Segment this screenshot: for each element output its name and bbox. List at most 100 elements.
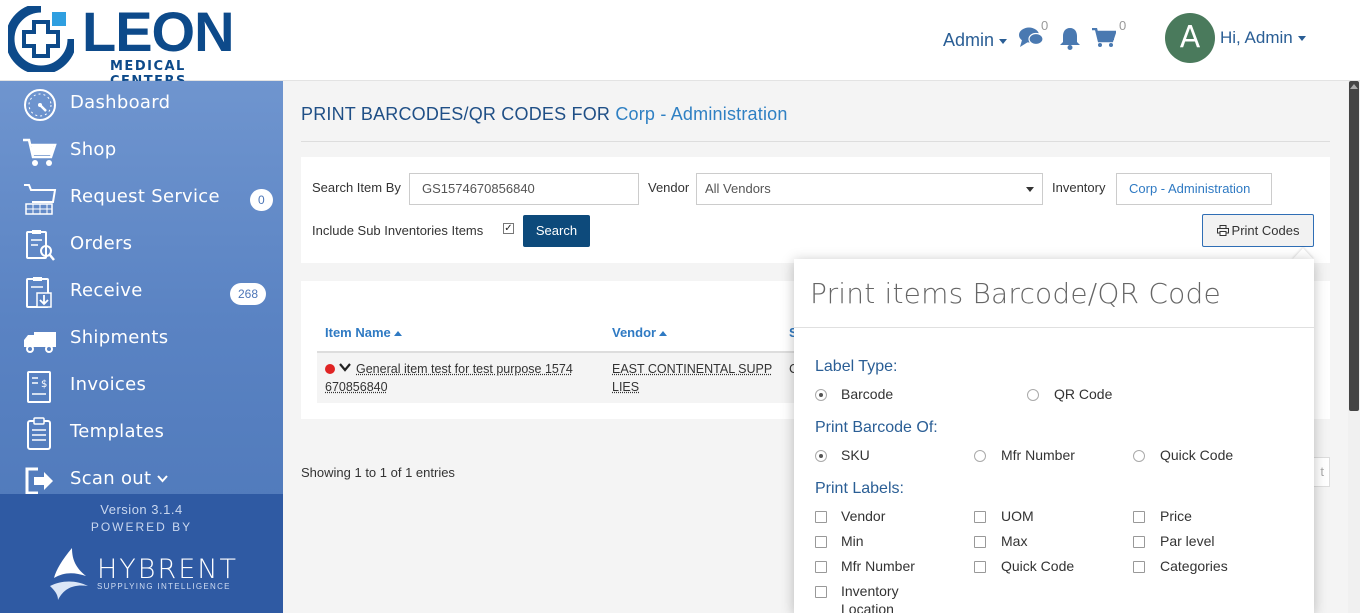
page-title: PRINT BARCODES/QR CODES FOR Corp - Admin… bbox=[301, 104, 788, 125]
search-button[interactable]: Search bbox=[523, 215, 590, 247]
radio-quick-code[interactable] bbox=[1133, 450, 1145, 462]
radio-qr-code-label: QR Code bbox=[1054, 386, 1113, 402]
sort-asc-icon bbox=[659, 331, 668, 337]
orders-icon bbox=[26, 230, 55, 261]
receive-badge: 268 bbox=[230, 283, 267, 305]
include-sub-checkbox[interactable]: ✓ bbox=[503, 223, 514, 234]
leon-cross-logo-icon bbox=[8, 6, 74, 72]
request-service-badge: 0 bbox=[250, 189, 273, 211]
checkbox-uom[interactable] bbox=[974, 511, 986, 523]
sidebar-item-receive[interactable]: Receive 268 bbox=[0, 269, 283, 316]
print-codes-button[interactable]: Print Codes bbox=[1202, 214, 1314, 247]
user-menu[interactable]: Hi, Admin bbox=[1220, 28, 1306, 48]
sidebar-item-label: Dashboard bbox=[70, 92, 171, 113]
checkbox-quick-code-label: Quick Code bbox=[1001, 558, 1075, 574]
page-scrollbar-thumb[interactable] bbox=[1349, 81, 1359, 411]
vendor-select[interactable]: All Vendors bbox=[696, 173, 1043, 205]
sidebar-item-dashboard[interactable]: Dashboard bbox=[0, 81, 283, 128]
column-vendor[interactable]: Vendor bbox=[612, 325, 668, 340]
column-item-name[interactable]: Item Name bbox=[325, 325, 402, 340]
vendor-select-value: All Vendors bbox=[705, 181, 771, 196]
radio-qr-code[interactable] bbox=[1027, 389, 1039, 401]
radio-barcode[interactable] bbox=[815, 389, 827, 401]
app-version: Version 3.1.4 bbox=[100, 502, 183, 517]
item-name-link-cont[interactable]: 670856840 bbox=[325, 378, 388, 396]
item-name-link[interactable]: General item test for test purpose 1574 bbox=[356, 360, 573, 378]
checkbox-quick-code[interactable] bbox=[974, 561, 986, 573]
dashboard-gauge-icon bbox=[24, 89, 56, 121]
printer-icon bbox=[1216, 225, 1229, 236]
sidebar-item-shop[interactable]: Shop bbox=[0, 128, 283, 175]
vendor-link[interactable]: EAST CONTINENTAL SUPP bbox=[612, 360, 772, 378]
inventory-field[interactable]: Corp - Administration bbox=[1116, 173, 1272, 205]
scan-out-icon bbox=[25, 467, 53, 495]
vendor-label: Vendor bbox=[648, 180, 690, 195]
logo-wordmark: LEON bbox=[82, 0, 235, 63]
column-item-name-label: Item Name bbox=[325, 325, 391, 340]
inventory-label: Inventory bbox=[1052, 180, 1106, 195]
sidebar-item-label: Request Service bbox=[70, 186, 220, 207]
page-title-prefix: PRINT BARCODES/QR CODES FOR bbox=[301, 104, 611, 124]
avatar[interactable]: A bbox=[1165, 13, 1215, 63]
user-greeting: Hi, Admin bbox=[1220, 28, 1293, 47]
checkbox-price-label: Price bbox=[1160, 508, 1192, 524]
status-dot bbox=[325, 364, 335, 374]
barcode-of-heading: Print Barcode Of: bbox=[815, 419, 938, 436]
checkbox-vendor[interactable] bbox=[815, 511, 827, 523]
scan-out-label: Scan out bbox=[70, 468, 152, 489]
truck-icon bbox=[24, 332, 56, 353]
search-by-label: Search Item By bbox=[312, 180, 401, 195]
powered-by-label: POWERED BY bbox=[90, 520, 193, 534]
top-header: LEON MEDICAL CENTERS Admin 0 0 A Hi, Adm… bbox=[0, 0, 1360, 89]
checkbox-price[interactable] bbox=[1133, 511, 1145, 523]
radio-mfr-number-label: Mfr Number bbox=[1001, 447, 1075, 463]
cart-icon[interactable] bbox=[1092, 28, 1116, 48]
sidebar-item-templates[interactable]: Templates bbox=[0, 410, 283, 457]
search-input[interactable]: GS1574670856840 bbox=[409, 173, 639, 205]
checkbox-mfr-number-label: Mfr Number bbox=[841, 558, 915, 574]
expand-chevron-icon[interactable] bbox=[339, 361, 351, 373]
caret-down-icon bbox=[999, 38, 1008, 44]
caret-down-icon bbox=[1026, 187, 1034, 192]
checkbox-mfr-number[interactable] bbox=[815, 561, 827, 573]
checkbox-par-level[interactable] bbox=[1133, 536, 1145, 548]
radio-sku[interactable] bbox=[815, 450, 827, 462]
checkbox-max-label: Max bbox=[1001, 533, 1028, 549]
checkbox-vendor-label: Vendor bbox=[841, 508, 886, 524]
vendor-link-cont[interactable]: LIES bbox=[612, 378, 639, 396]
sidebar-item-invoices[interactable]: $ Invoices bbox=[0, 363, 283, 410]
sidebar-item-orders[interactable]: Orders bbox=[0, 222, 283, 269]
popover-divider bbox=[794, 327, 1314, 328]
print-labels-heading: Print Labels: bbox=[815, 480, 904, 497]
invoice-icon: $ bbox=[27, 371, 51, 403]
sidebar-item-label: Templates bbox=[70, 421, 165, 442]
cart-count: 0 bbox=[1119, 18, 1127, 33]
admin-menu[interactable]: Admin bbox=[943, 30, 1008, 51]
checkbox-max[interactable] bbox=[974, 536, 986, 548]
leon-logo[interactable]: LEON MEDICAL CENTERS bbox=[8, 2, 248, 89]
checkbox-uom-label: UOM bbox=[1001, 508, 1034, 524]
sidebar-item-shipments[interactable]: Shipments bbox=[0, 316, 283, 363]
checkbox-min[interactable] bbox=[815, 536, 827, 548]
sidebar-item-request-service[interactable]: Request Service 0 bbox=[0, 175, 283, 222]
admin-menu-label: Admin bbox=[943, 30, 995, 50]
svg-text:$: $ bbox=[41, 379, 47, 390]
hybrent-tagline: SUPPLYING INTELLIGENCE bbox=[97, 582, 231, 591]
checkbox-location-label: Location bbox=[841, 601, 894, 613]
radio-mfr-number[interactable] bbox=[974, 450, 986, 462]
cart-icon bbox=[23, 138, 57, 166]
sidebar-item-label: Orders bbox=[70, 233, 133, 254]
sidebar-item-label: Receive bbox=[70, 280, 143, 301]
bell-icon[interactable] bbox=[1059, 26, 1081, 50]
checkbox-inventory-location[interactable] bbox=[815, 586, 827, 598]
checkbox-categories[interactable] bbox=[1133, 561, 1145, 573]
sidebar-item-label: Invoices bbox=[70, 374, 147, 395]
sidebar: Dashboard Shop Request Service 0 Orders … bbox=[0, 81, 283, 613]
sidebar-item-label: Shipments bbox=[70, 327, 169, 348]
popover-title: Print items Barcode/QR Code bbox=[810, 277, 1221, 310]
page-title-inventory: Corp - Administration bbox=[615, 104, 788, 124]
label-type-heading: Label Type: bbox=[815, 358, 898, 375]
scroll-up-arrow-icon[interactable] bbox=[1350, 84, 1358, 89]
radio-barcode-label: Barcode bbox=[841, 386, 894, 402]
sidebar-item-label: Shop bbox=[70, 139, 117, 160]
